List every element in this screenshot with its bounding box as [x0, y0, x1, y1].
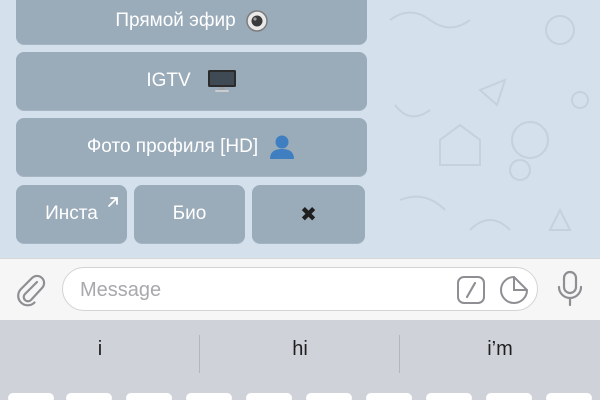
message-input[interactable]: Message: [62, 267, 538, 311]
message-placeholder: Message: [80, 279, 162, 301]
bust-silhouette-icon: [268, 134, 296, 160]
suggestion-item[interactable]: i: [0, 338, 200, 361]
insta-label: Инста: [45, 203, 98, 224]
keyboard-key[interactable]: [486, 393, 532, 400]
keyboard-key[interactable]: [366, 393, 412, 400]
live-broadcast-button[interactable]: Прямой эфир: [16, 0, 367, 44]
profile-photo-button[interactable]: Фото профиля [HD]: [16, 118, 367, 176]
keyboard-key[interactable]: [8, 393, 54, 400]
suggestion-item[interactable]: i’m: [400, 338, 600, 361]
message-composer: Message: [0, 258, 600, 320]
bio-button[interactable]: Био: [134, 185, 245, 243]
igtv-button[interactable]: IGTV: [16, 52, 367, 110]
live-broadcast-label: Прямой эфир: [115, 10, 236, 31]
predictive-suggestions-bar: i hi i’m: [0, 320, 600, 400]
keyboard-key[interactable]: [546, 393, 592, 400]
insta-button[interactable]: Инста: [16, 185, 127, 243]
keyboard-key[interactable]: [186, 393, 232, 400]
bio-label: Био: [172, 203, 207, 224]
paperclip-icon[interactable]: [14, 273, 48, 312]
igtv-label: IGTV: [146, 70, 191, 91]
keyboard-key[interactable]: [126, 393, 172, 400]
close-keyboard-button[interactable]: ✖: [252, 185, 365, 243]
keyboard-key[interactable]: [306, 393, 352, 400]
keyboard-key[interactable]: [246, 393, 292, 400]
keyboard-key[interactable]: [66, 393, 112, 400]
keyboard-key[interactable]: [426, 393, 472, 400]
sticker-icon[interactable]: [498, 274, 530, 311]
close-icon: ✖: [300, 203, 317, 226]
north-east-arrow-icon: [107, 192, 119, 214]
suggestion-item[interactable]: hi: [200, 338, 400, 361]
radio-button-icon: [245, 10, 268, 32]
profile-photo-label: Фото профиля [HD]: [86, 136, 259, 157]
slash-command-icon[interactable]: [456, 275, 486, 310]
microphone-icon[interactable]: [555, 269, 585, 314]
desktop-computer-icon: [207, 69, 237, 93]
